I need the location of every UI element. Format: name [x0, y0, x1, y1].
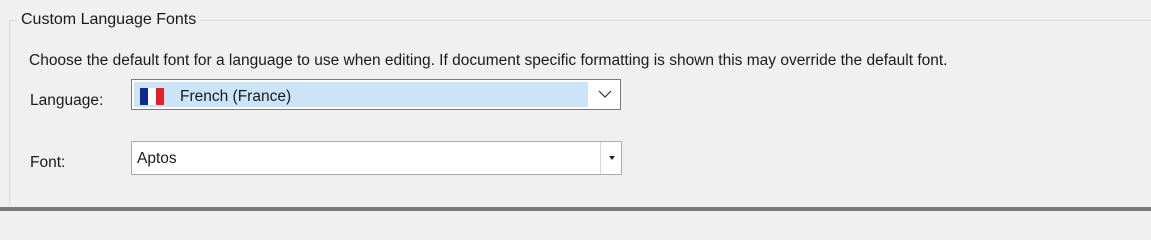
- flag-stripe-red: [156, 88, 164, 105]
- group-title: Custom Language Fonts: [17, 10, 201, 30]
- france-flag-icon: [140, 88, 164, 105]
- font-combobox[interactable]: Aptos: [131, 141, 622, 175]
- description-text: Choose the default font for a language t…: [29, 52, 948, 69]
- chevron-down-icon[interactable]: [598, 88, 612, 100]
- language-dropdown[interactable]: French (France): [131, 79, 621, 110]
- caret-down-icon[interactable]: [609, 156, 615, 160]
- groupbox-frame: [9, 20, 1151, 205]
- custom-language-fonts-panel: Custom Language Fonts Choose the default…: [0, 0, 1151, 211]
- bottom-border: [0, 207, 1151, 211]
- flag-stripe-white: [148, 88, 156, 105]
- language-value: French (France): [180, 88, 292, 105]
- language-selected-highlight: French (France): [134, 82, 588, 107]
- font-value[interactable]: Aptos: [137, 149, 177, 169]
- combobox-divider: [600, 142, 601, 174]
- language-label: Language:: [30, 92, 104, 109]
- flag-stripe-blue: [140, 88, 148, 105]
- font-label: Font:: [30, 154, 66, 171]
